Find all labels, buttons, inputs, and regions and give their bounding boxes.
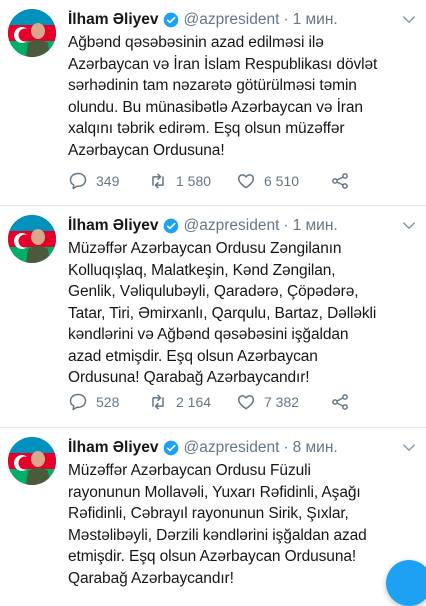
separator-dot: · <box>283 439 289 456</box>
reply-count: 349 <box>96 173 120 189</box>
author-handle[interactable]: @azpresident <box>184 216 280 236</box>
tweet[interactable]: İlham Əliyev @azpresident · 1 мин. Müzəf… <box>0 206 426 428</box>
reply-button[interactable]: 349 <box>68 171 148 191</box>
tweet-text-line: olundu. Bu münasibətlə Azərbaycan və İra… <box>68 98 363 116</box>
tweet[interactable]: İlham Əliyev @azpresident · 1 мин. Ağbən… <box>0 0 426 206</box>
tweet-actions: 528 2 164 7 382 <box>68 392 418 412</box>
tweet-text-line: rayonunun Mollavəli, Yuxarı Rəfidinli, A… <box>68 483 361 501</box>
tweet-header: İlham Əliyev @azpresident · 8 мин. <box>68 438 418 458</box>
timestamp[interactable]: 1 мин. <box>293 10 338 30</box>
tweet-text-line: Kolluqışlaq, Malatkeşin, Kənd Zəngilan, <box>68 261 336 279</box>
timestamp[interactable]: 8 мин. <box>293 438 338 458</box>
avatar[interactable] <box>8 437 56 485</box>
tweet-header: İlham Əliyev @azpresident · 1 мин. <box>68 216 418 236</box>
timestamp[interactable]: 1 мин. <box>293 216 338 236</box>
tweet-text: Müzəffər Azərbaycan Ordusu Füzuli rayonu… <box>68 460 418 589</box>
like-count: 7 382 <box>264 394 300 410</box>
reply-icon <box>69 172 87 190</box>
chevron-down-icon[interactable] <box>400 218 418 234</box>
reply-button[interactable]: 528 <box>68 392 148 412</box>
share-icon <box>332 173 348 189</box>
retweet-count: 2 164 <box>176 394 212 410</box>
verified-badge-icon <box>163 440 179 456</box>
tweet-header: İlham Əliyev @azpresident · 1 мин. <box>68 10 418 30</box>
avatar[interactable] <box>8 215 56 263</box>
author-handle[interactable]: @azpresident <box>184 438 280 458</box>
tweet-text-line: Ağbənd qəsəbəsinin azad edilməsi ilə <box>68 34 324 51</box>
tweet-text-line: etmişdir. Eşq olsun Azərbaycan Ordusuna! <box>68 548 357 565</box>
chevron-down-icon[interactable] <box>400 440 418 456</box>
chevron-down-icon[interactable] <box>400 12 418 28</box>
share-button[interactable] <box>330 171 358 191</box>
tweet[interactable]: İlham Əliyev @azpresident · 8 мин. Müzəf… <box>0 428 426 606</box>
tweet-text-line: Azərbaycan və İran İslam Respublikası dö… <box>68 55 378 73</box>
tweet-text-line: Ordusuna! Qarabağ Azərbaycandır! <box>68 369 310 386</box>
tweet-text-line: Məstəlibəyli, Dərzili kəndlərini işğalda… <box>68 526 367 544</box>
tweet-text-line: Azərbaycan Ordusuna! <box>68 141 225 159</box>
author-name[interactable]: İlham Əliyev <box>68 10 159 30</box>
tweet-text-line: Müzəffər Azərbaycan Ordusu Füzuli <box>68 462 311 479</box>
retweet-count: 1 580 <box>176 173 212 189</box>
avatar-image <box>8 437 56 485</box>
share-button[interactable] <box>330 392 358 412</box>
compose-tweet-button[interactable] <box>386 560 426 606</box>
tweet-text-line: Qarabağ Azərbaycandır! <box>68 569 234 587</box>
verified-badge-icon <box>163 12 179 28</box>
author-name[interactable]: İlham Əliyev <box>68 216 159 236</box>
separator-dot: · <box>283 11 289 28</box>
reply-count: 528 <box>96 394 120 410</box>
author-handle[interactable]: @azpresident <box>184 10 280 30</box>
retweet-icon <box>152 394 164 410</box>
tweet-text-line: azad etmişdir. Eşq olsun Azərbaycan <box>68 347 318 365</box>
author-name[interactable]: İlham Əliyev <box>68 438 159 458</box>
verified-badge-icon <box>163 218 179 234</box>
heart-icon <box>237 174 255 189</box>
avatar-image <box>8 9 56 57</box>
tweet-text-line: Tatar, Tiri, Əmirxanlı, Qarqulu, Bartaz,… <box>68 304 377 322</box>
tweet-text-line: Müzəffər Azərbaycan Ordusu Zəngilanın <box>68 240 342 257</box>
tweet-text-line: kəndlərini və Ağbənd qəsəbəsini işğaldan <box>68 326 349 343</box>
tweet-text: Müzəffər Azərbaycan Ordusu Zəngilanın Ko… <box>68 238 418 389</box>
tweet-text-line: sərhədinin tam nəzarətə götürülməsi təmi… <box>68 77 357 94</box>
like-count: 6 510 <box>264 173 300 189</box>
heart-icon <box>237 395 255 410</box>
share-icon <box>332 394 348 410</box>
tweet-text: Ağbənd qəsəbəsinin azad edilməsi ilə Azə… <box>68 32 418 161</box>
avatar-image <box>8 215 56 263</box>
retweet-icon <box>152 173 164 189</box>
avatar[interactable] <box>8 9 56 57</box>
retweet-button[interactable]: 1 580 <box>148 171 236 191</box>
reply-icon <box>69 393 87 411</box>
tweet-text-line: Genlik, Vəliqulubəyli, Qaradərə, Çöpədər… <box>68 283 359 300</box>
tweet-text-line: xalqını təbrik edirəm. Eşq olsun müzəffə… <box>68 120 345 137</box>
like-button[interactable]: 7 382 <box>236 392 330 412</box>
retweet-button[interactable]: 2 164 <box>148 392 236 412</box>
separator-dot: · <box>283 217 289 234</box>
tweet-text-line: Rəfidinli, Cəbrayıl rayonunun Sirik, Şıx… <box>68 505 349 522</box>
tweet-actions: 349 1 580 6 510 <box>68 171 418 191</box>
like-button[interactable]: 6 510 <box>236 171 330 191</box>
